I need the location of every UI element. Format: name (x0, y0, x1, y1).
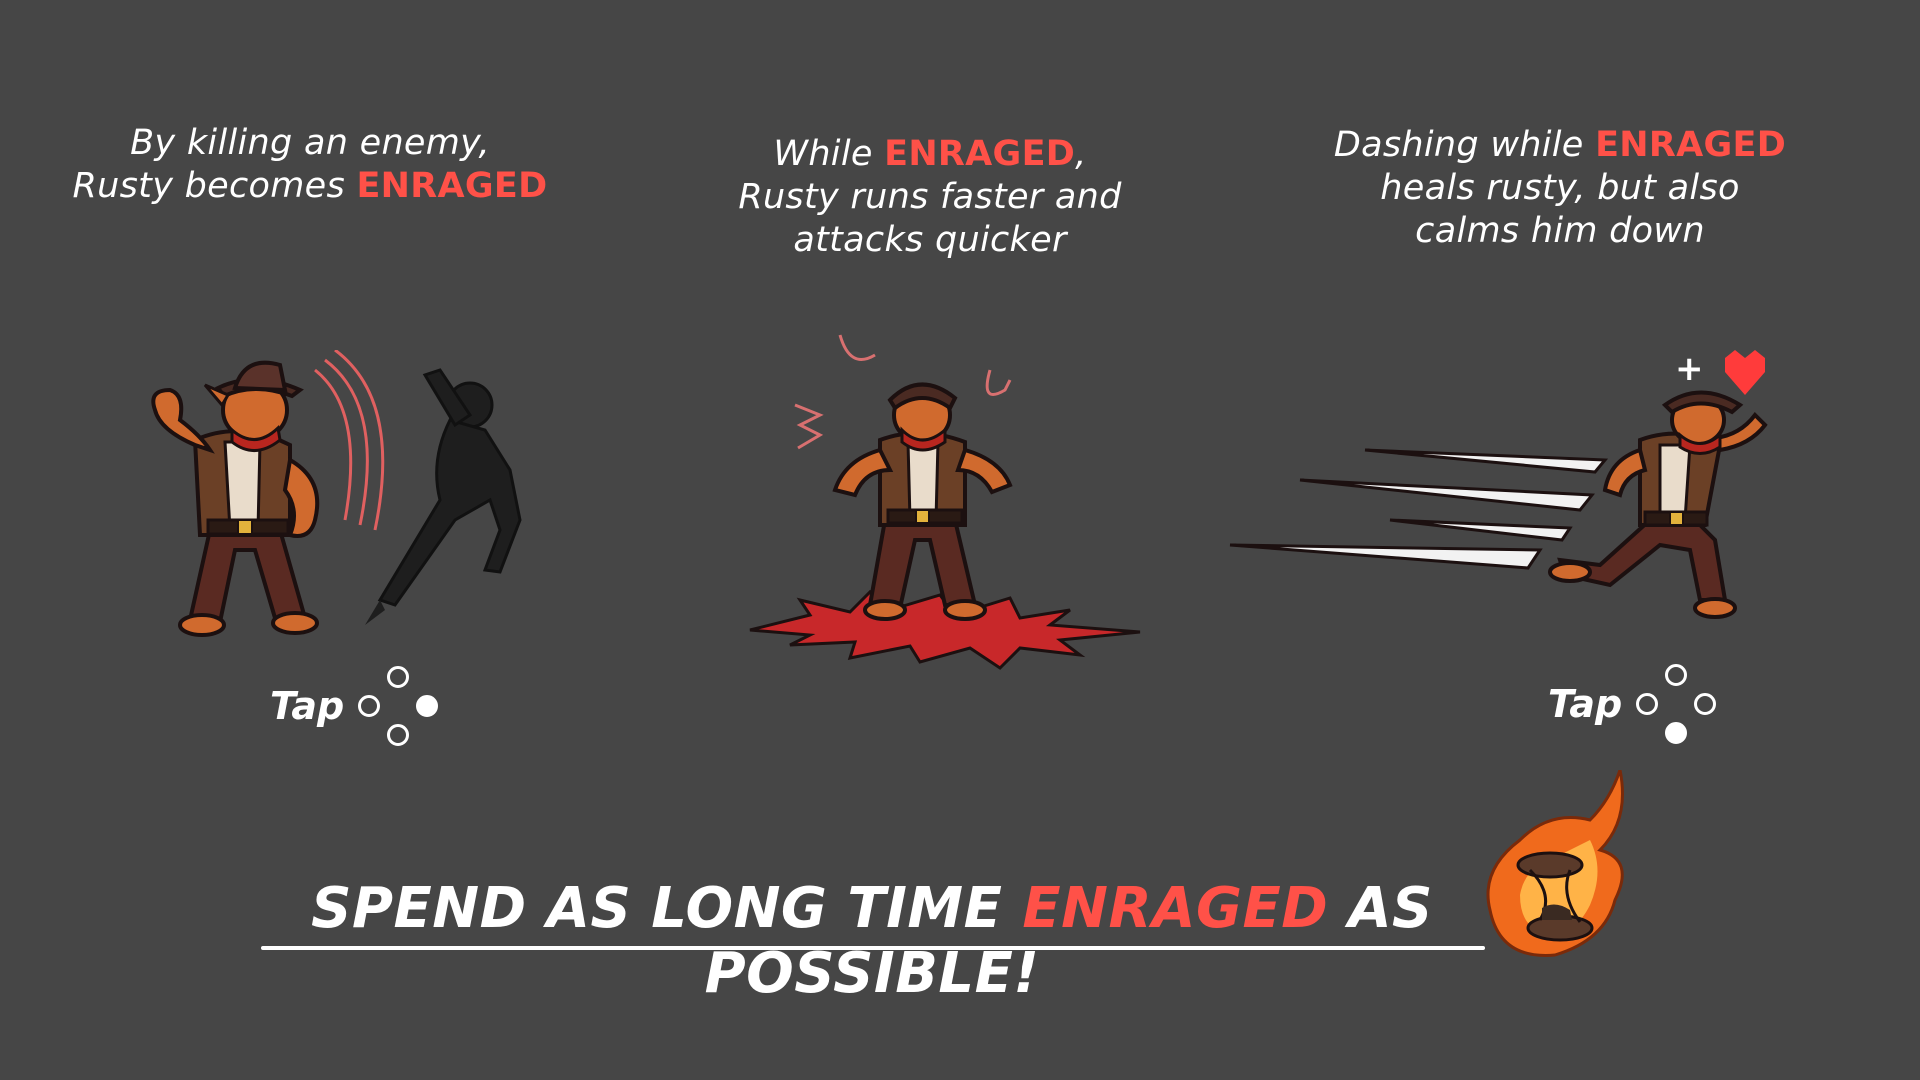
heart-icon (1725, 350, 1765, 395)
panel-2-line-1: While ENRAGED, (680, 133, 1180, 176)
panel-1-line-2: Rusty becomes ENRAGED (60, 165, 560, 208)
rusty-enraged-figure (832, 382, 1013, 621)
button-left-icon (1636, 693, 1659, 715)
heal-indicator: + (1675, 350, 1765, 395)
enemy-silhouette (365, 368, 522, 625)
panel-3-line-1-prefix: Dashing while (1333, 125, 1596, 165)
panel-1-tap-control: Tap (270, 666, 439, 746)
panel-1-caption: By killing an enemy, Rusty becomes ENRAG… (60, 122, 560, 208)
goal-banner: SPEND AS LONG TIME ENRAGED AS POSSIBLE! (262, 876, 1482, 1006)
banner-prefix: SPEND AS LONG TIME (311, 876, 1023, 941)
rusty-attack-figure (151, 360, 320, 637)
panel-3-tap-control: Tap (1548, 664, 1717, 744)
banner-enraged-highlight: ENRAGED (1022, 876, 1329, 941)
heal-plus-sign: + (1675, 350, 1704, 389)
panel-2-caption: While ENRAGED, Rusty runs faster and att… (680, 133, 1180, 262)
panel-3-caption: Dashing while ENRAGED heals rusty, but a… (1310, 124, 1810, 253)
panel-3-illustration: + (1229, 350, 1768, 619)
panel-1-tap-label: Tap (270, 684, 345, 728)
panel-2-line-2: Rusty runs faster and (738, 177, 1122, 217)
panel-1-line-1: By killing an enemy, (130, 123, 490, 163)
button-top-icon (1665, 664, 1688, 686)
panel-1-line-2-prefix: Rusty becomes (72, 166, 357, 206)
button-cluster-icon (358, 666, 439, 746)
panel-2-enraged-highlight: ENRAGED (884, 134, 1076, 174)
panel-1-enraged-highlight: ENRAGED (356, 166, 548, 206)
panel-2-line-1-prefix: While (773, 134, 885, 174)
button-top-icon (387, 666, 410, 688)
panel-2-line-1-suffix: , (1075, 134, 1087, 174)
button-bottom-pressed-icon (1665, 722, 1688, 744)
panel-3-enraged-highlight: ENRAGED (1595, 125, 1787, 165)
panel-3-tap-label: Tap (1548, 682, 1623, 726)
speed-lines (1229, 448, 1609, 570)
button-cluster-icon (1636, 664, 1717, 744)
hourglass-flame-icon (1486, 770, 1624, 957)
banner-underline (261, 946, 1485, 950)
button-left-icon (358, 695, 381, 717)
panel-2-line-3: attacks quicker (793, 220, 1067, 260)
button-right-pressed-icon (416, 695, 439, 717)
panel-1-illustration (151, 350, 522, 637)
panel-2-illustration (749, 334, 1141, 670)
panel-3-line-3: calms him down (1415, 211, 1705, 251)
panel-3-line-1: Dashing while ENRAGED (1310, 124, 1810, 167)
button-bottom-icon (387, 724, 410, 746)
panel-3-line-2: heals rusty, but also (1380, 168, 1740, 208)
attack-swoosh (314, 350, 385, 531)
button-right-icon (1694, 693, 1717, 715)
